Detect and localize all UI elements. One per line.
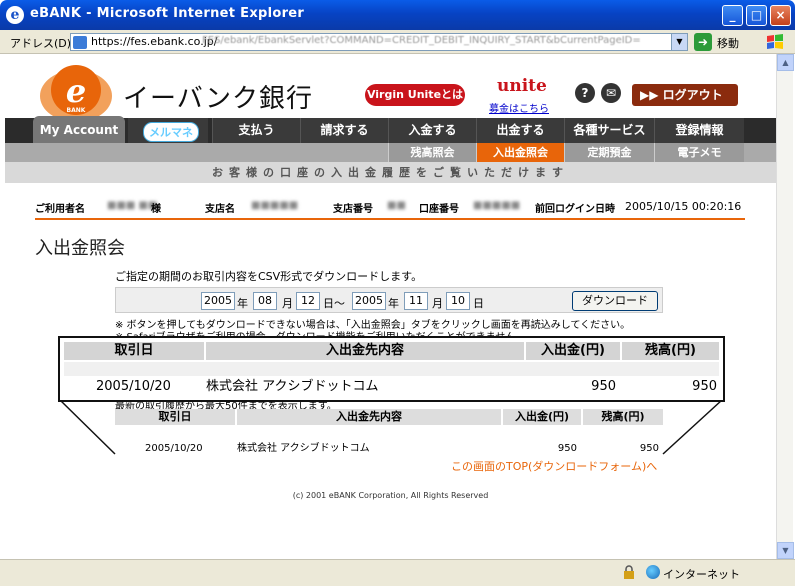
globe-icon [646,565,660,579]
close-button[interactable]: × [770,5,791,26]
callout-lines [59,399,723,455]
minimize-button[interactable]: _ [722,5,743,26]
zoom-cell-description: 株式会社 アクシブドットコム [206,379,379,394]
zoom-cell-balance: 950 [692,379,717,394]
security-zone: インターネット [663,568,740,581]
vertical-scrollbar[interactable]: ▲ ▼ [776,54,794,559]
address-bar: アドレス(D) https://fes.ebank.co.jp/ FES/eba… [0,30,795,54]
go-arrow-icon[interactable]: ➜ [694,33,712,51]
status-bar: インターネット [0,559,795,586]
windows-flag-icon [767,34,783,49]
zoom-header-date: 取引日 [64,342,204,360]
zoom-cell-amount: 950 [591,379,616,394]
zoom-header-balance: 残高(円) [622,342,719,360]
address-url: https://fes.ebank.co.jp/ [91,35,218,48]
zoom-header-amount: 入出金(円) [526,342,620,360]
go-button[interactable]: 移動 [717,35,739,51]
address-input[interactable]: https://fes.ebank.co.jp/ FES/ebank/Ebank… [70,33,688,51]
scroll-up-icon[interactable]: ▲ [777,54,794,71]
address-url-rest: FES/ebank/EbankServlet?COMMAND=CREDIT_DE… [202,35,641,46]
zoom-header-description: 入出金先内容 [206,342,524,360]
window-title: eBANK - Microsoft Internet Explorer [30,6,305,21]
address-dropdown-icon[interactable]: ▼ [671,34,687,50]
lock-icon [624,565,634,579]
address-label: アドレス(D) [10,37,72,50]
scroll-down-icon[interactable]: ▼ [777,542,794,559]
maximize-button[interactable]: □ [746,5,767,26]
ie-icon: e [6,6,24,24]
page-icon [73,36,87,49]
page-content: e BANK イーバンク銀行 Virgin Uniteとは unite 募金はこ… [5,54,776,559]
zoom-spacer-row [64,362,719,376]
zoom-cell-date: 2005/10/20 [96,379,171,394]
table-zoom-callout: 取引日 入出金先内容 入出金(円) 残高(円) 2005/10/20 株式会社 … [58,336,725,402]
